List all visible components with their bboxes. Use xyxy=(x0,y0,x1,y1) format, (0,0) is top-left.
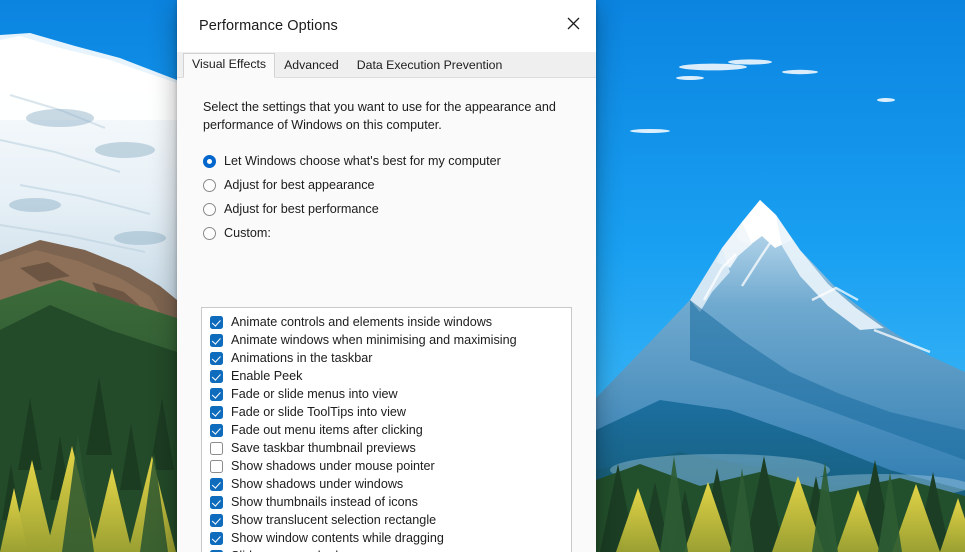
checkbox-label: Animations in the taskbar xyxy=(231,351,373,365)
checkbox-checked-icon[interactable] xyxy=(210,351,223,365)
checkbox-row[interactable]: Show thumbnails instead of icons xyxy=(202,493,571,511)
radio-option-3[interactable]: Custom: xyxy=(203,222,596,244)
checkbox-label: Show translucent selection rectangle xyxy=(231,513,437,527)
checkbox-row[interactable]: Show window contents while dragging xyxy=(202,529,571,547)
checkbox-label: Animate controls and elements inside win… xyxy=(231,315,493,329)
checkbox-row[interactable]: Animate controls and elements inside win… xyxy=(202,313,571,331)
checkbox-checked-icon[interactable] xyxy=(210,477,223,491)
checkbox-checked-icon[interactable] xyxy=(210,369,223,383)
checkbox-checked-icon[interactable] xyxy=(210,423,223,437)
close-icon xyxy=(567,17,580,29)
visual-effects-list[interactable]: Animate controls and elements inside win… xyxy=(201,307,572,552)
checkbox-label: Fade or slide ToolTips into view xyxy=(231,405,406,419)
checkbox-row[interactable]: Slide open combo boxes xyxy=(202,547,571,552)
checkbox-row[interactable]: Enable Peek xyxy=(202,367,571,385)
checkbox-label: Save taskbar thumbnail previews xyxy=(231,441,416,455)
radio-option-label: Let Windows choose what's best for my co… xyxy=(224,154,501,168)
checkbox-row[interactable]: Fade or slide menus into view xyxy=(202,385,571,403)
checkbox-unchecked-icon[interactable] xyxy=(210,459,223,473)
tab-data-execution-prevention-label: Data Execution Prevention xyxy=(356,58,503,72)
radio-button-icon[interactable] xyxy=(203,226,216,240)
checkbox-checked-icon[interactable] xyxy=(210,531,223,545)
checkbox-row[interactable]: Show shadows under mouse pointer xyxy=(202,457,571,475)
tab-strip: Visual Effects Advanced Data Execution P… xyxy=(177,52,596,78)
checkbox-checked-icon[interactable] xyxy=(210,315,223,329)
checkbox-label: Animate windows when minimising and maxi… xyxy=(231,333,517,347)
checkbox-label: Fade or slide menus into view xyxy=(231,387,398,401)
radio-button-icon[interactable] xyxy=(203,154,216,168)
tab-advanced[interactable]: Advanced xyxy=(275,54,348,78)
checkbox-label: Show window contents while dragging xyxy=(231,531,444,545)
checkbox-label: Show shadows under mouse pointer xyxy=(231,459,435,473)
tab-advanced-label: Advanced xyxy=(284,58,339,72)
checkbox-row[interactable]: Fade or slide ToolTips into view xyxy=(202,403,571,421)
checkbox-label: Enable Peek xyxy=(231,369,303,383)
radio-option-label: Adjust for best performance xyxy=(224,202,379,216)
tab-visual-effects[interactable]: Visual Effects xyxy=(183,53,276,78)
checkbox-label: Fade out menu items after clicking xyxy=(231,423,423,437)
visual-effects-radio-group: Let Windows choose what's best for my co… xyxy=(177,150,596,244)
checkbox-unchecked-icon[interactable] xyxy=(210,441,223,455)
close-button[interactable] xyxy=(551,0,596,46)
checkbox-row[interactable]: Fade out menu items after clicking xyxy=(202,421,571,439)
dialog-body: Select the settings that you want to use… xyxy=(177,78,596,552)
checkbox-checked-icon[interactable] xyxy=(210,495,223,509)
tab-data-execution-prevention[interactable]: Data Execution Prevention xyxy=(348,54,512,78)
checkbox-row[interactable]: Save taskbar thumbnail previews xyxy=(202,439,571,457)
checkbox-checked-icon[interactable] xyxy=(210,333,223,347)
radio-option-1[interactable]: Adjust for best appearance xyxy=(203,174,596,196)
checkbox-row[interactable]: Show shadows under windows xyxy=(202,475,571,493)
tab-visual-effects-label: Visual Effects xyxy=(192,57,267,71)
checkbox-row[interactable]: Animations in the taskbar xyxy=(202,349,571,367)
intro-text: Select the settings that you want to use… xyxy=(203,100,556,132)
checkbox-label: Show thumbnails instead of icons xyxy=(231,495,418,509)
desktop: Performance Options Visual Effects Advan… xyxy=(0,0,965,552)
checkbox-row[interactable]: Show translucent selection rectangle xyxy=(202,511,571,529)
checkbox-checked-icon[interactable] xyxy=(210,387,223,401)
performance-options-dialog: Performance Options Visual Effects Advan… xyxy=(177,0,596,552)
radio-option-0[interactable]: Let Windows choose what's best for my co… xyxy=(203,150,596,172)
checkbox-label: Show shadows under windows xyxy=(231,477,404,491)
checkbox-checked-icon[interactable] xyxy=(210,513,223,527)
radio-button-icon[interactable] xyxy=(203,178,216,192)
checkbox-checked-icon[interactable] xyxy=(210,405,223,419)
checkbox-label: Slide open combo boxes xyxy=(231,547,369,552)
radio-option-label: Custom: xyxy=(224,226,271,240)
checkbox-row[interactable]: Animate windows when minimising and maxi… xyxy=(202,331,571,349)
dialog-titlebar: Performance Options xyxy=(177,0,596,52)
radio-button-icon[interactable] xyxy=(203,202,216,216)
radio-option-2[interactable]: Adjust for best performance xyxy=(203,198,596,220)
dialog-title: Performance Options xyxy=(199,18,338,34)
radio-option-label: Adjust for best appearance xyxy=(224,178,375,192)
